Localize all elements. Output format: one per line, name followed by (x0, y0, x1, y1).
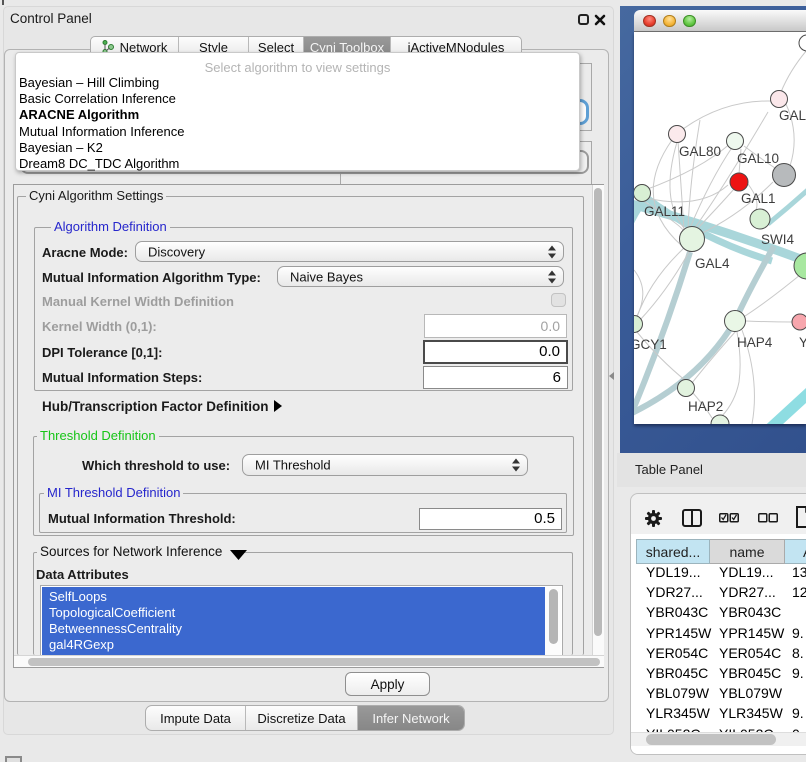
svg-text:GAL11: GAL11 (644, 204, 685, 219)
svg-text:HAP4: HAP4 (737, 335, 773, 350)
svg-text:GAL10: GAL10 (737, 151, 779, 166)
svg-text:GCY1: GCY1 (634, 337, 667, 352)
svg-text:HAP2: HAP2 (688, 399, 723, 414)
svg-text:GAL1: GAL1 (741, 191, 776, 206)
svg-text:GAL4: GAL4 (695, 256, 730, 271)
svg-text:GAL80: GAL80 (679, 144, 721, 159)
svg-text:SWI4: SWI4 (761, 232, 794, 247)
svg-text:Y: Y (799, 335, 806, 350)
svg-text:GAL: GAL (779, 108, 806, 123)
